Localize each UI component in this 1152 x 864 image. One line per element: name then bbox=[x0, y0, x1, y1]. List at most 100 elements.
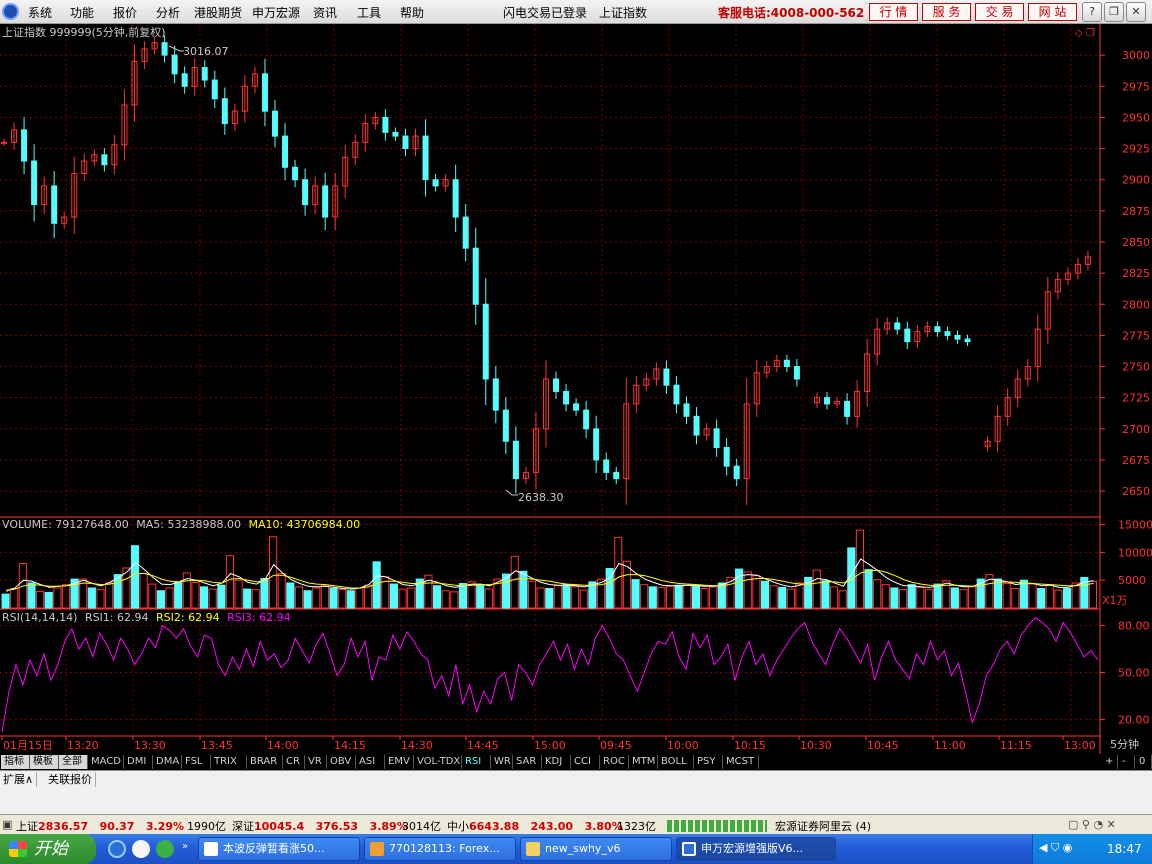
x-tick-label: 14:30 bbox=[401, 739, 433, 752]
tab-指标[interactable]: 指标 bbox=[1, 755, 30, 769]
tab-control-0[interactable]: + bbox=[1102, 755, 1118, 769]
tab-wr[interactable]: WR bbox=[491, 755, 513, 769]
tab-dma[interactable]: DMA bbox=[153, 755, 182, 769]
desktop-icon[interactable] bbox=[132, 840, 150, 858]
volume-bar bbox=[735, 568, 744, 609]
tab-rsi[interactable]: RSI bbox=[462, 755, 491, 769]
tab-psy[interactable]: PSY bbox=[694, 755, 723, 769]
rsi-chart[interactable] bbox=[1, 617, 1099, 732]
tab-模板[interactable]: 模板 bbox=[30, 755, 59, 769]
expand-tab[interactable]: 扩展∧ bbox=[0, 772, 38, 787]
menu-news[interactable]: 资讯 bbox=[313, 4, 337, 21]
volume-bar bbox=[778, 586, 787, 609]
candle-body bbox=[271, 110, 278, 137]
candle-body bbox=[934, 326, 941, 333]
x-tick-label: 14:15 bbox=[334, 739, 366, 752]
volume-bar bbox=[1019, 579, 1028, 609]
tab-mcst[interactable]: MCST bbox=[723, 755, 759, 769]
service-button[interactable]: 服 务 bbox=[922, 3, 971, 21]
tab-dmi[interactable]: DMI bbox=[124, 755, 153, 769]
tab-cr[interactable]: CR bbox=[283, 755, 305, 769]
volume-bar bbox=[812, 569, 821, 609]
volume-chart[interactable] bbox=[1, 529, 1098, 609]
menu-swhy[interactable]: 申万宏源 bbox=[252, 4, 300, 21]
candle-body bbox=[663, 368, 670, 386]
candle-body bbox=[944, 331, 951, 336]
sz-index[interactable]: 深证10045.4 376.53 3.89% bbox=[232, 818, 408, 834]
y-tick-label: 2850 bbox=[1122, 236, 1150, 249]
task-item-1[interactable]: 本波反弹暂看涨50... bbox=[198, 837, 360, 861]
candle-body bbox=[783, 359, 790, 368]
tab-kdj[interactable]: KDJ bbox=[542, 755, 571, 769]
candle-body bbox=[673, 384, 680, 405]
tray-icons[interactable]: ◀ ⛉ ◉ bbox=[1039, 841, 1072, 855]
volume-bar bbox=[277, 573, 286, 609]
menu-quote[interactable]: 报价 bbox=[113, 4, 137, 21]
tab-boll[interactable]: BOLL bbox=[658, 755, 694, 769]
start-button[interactable]: 开始 bbox=[0, 834, 96, 864]
candle-body bbox=[904, 328, 911, 343]
volume-unit: X1万 bbox=[1102, 594, 1128, 607]
status-icon: ▣ bbox=[2, 818, 13, 831]
menu-help[interactable]: 帮助 bbox=[400, 4, 424, 21]
volume-bar bbox=[510, 555, 519, 609]
more-quicklaunch-icon[interactable]: » bbox=[182, 841, 188, 852]
app-quick-icon[interactable] bbox=[156, 840, 174, 858]
close-icon[interactable]: ✕ bbox=[1126, 2, 1146, 22]
tab-emv[interactable]: EMV bbox=[385, 755, 414, 769]
task-item-3[interactable]: new_swhy_v6 bbox=[520, 837, 672, 861]
tab-cci[interactable]: CCI bbox=[571, 755, 600, 769]
volume-header: VOLUME: 79127648.00 MA5: 53238988.00 MA1… bbox=[2, 518, 360, 531]
volume-bar bbox=[1062, 588, 1072, 609]
volume-bar bbox=[1028, 583, 1037, 609]
tab-roc[interactable]: ROC bbox=[600, 755, 629, 769]
tab-全部[interactable]: 全部 bbox=[59, 755, 88, 769]
tab-fsl[interactable]: FSL bbox=[182, 755, 211, 769]
zx-index[interactable]: 中小6643.88 243.00 3.80% bbox=[447, 818, 623, 834]
period-label[interactable]: 5分钟 bbox=[1110, 737, 1139, 751]
related-quote-tab[interactable]: 关联报价 bbox=[45, 772, 96, 787]
tab-brar[interactable]: BRAR bbox=[247, 755, 283, 769]
tab-vol-tdx[interactable]: VOL-TDX bbox=[414, 755, 462, 769]
candle-body bbox=[894, 322, 901, 330]
zx-amount: 1323亿 bbox=[617, 820, 656, 833]
sh-index[interactable]: 上证2836.57 90.37 3.29% bbox=[16, 818, 184, 834]
tab-vr[interactable]: VR bbox=[305, 755, 327, 769]
status-tray-icons[interactable]: ▢ ⚲ ◔ ✕ bbox=[1068, 818, 1116, 831]
tab-obv[interactable]: OBV bbox=[327, 755, 356, 769]
menu-hk-futures[interactable]: 港股期货 bbox=[194, 4, 242, 21]
tab-trix[interactable]: TRIX bbox=[211, 755, 247, 769]
volume-bar bbox=[338, 589, 347, 609]
chart-area[interactable]: 2650 2675 2700 2725 2750 2775 2800 2825 2850 2875… bbox=[0, 24, 1152, 754]
trade-button[interactable]: 交 易 bbox=[975, 3, 1024, 21]
task-item-2[interactable]: 770128113: Forex... bbox=[364, 837, 516, 861]
tab-macd[interactable]: MACD bbox=[88, 755, 124, 769]
task-item-4[interactable]: 申万宏源增强版V6... bbox=[676, 837, 836, 861]
menu-analysis[interactable]: 分析 bbox=[156, 4, 180, 21]
y-tick-label: 2775 bbox=[1122, 329, 1150, 342]
tab-control-2[interactable]: 0 bbox=[1136, 755, 1152, 769]
candle-body bbox=[492, 378, 499, 411]
menu-system[interactable]: 系统 bbox=[28, 4, 52, 21]
menu-tools[interactable]: 工具 bbox=[357, 4, 381, 21]
candle-body bbox=[392, 131, 399, 137]
y-tick-label: 2825 bbox=[1122, 267, 1150, 280]
tab-mtm[interactable]: MTM bbox=[629, 755, 658, 769]
website-button[interactable]: 网 站 bbox=[1028, 3, 1077, 21]
chart-corner-icon[interactable]: ◇ ❐ bbox=[1075, 28, 1095, 39]
tab-sar[interactable]: SAR bbox=[513, 755, 542, 769]
volume-bar bbox=[260, 578, 269, 609]
candle-body bbox=[452, 179, 459, 218]
tab-asi[interactable]: ASI bbox=[356, 755, 385, 769]
ie-icon[interactable] bbox=[108, 840, 126, 858]
restore-icon[interactable]: ❐ bbox=[1104, 2, 1124, 22]
market-button[interactable]: 行 情 bbox=[869, 3, 918, 21]
volume-bar bbox=[217, 584, 226, 609]
menu-function[interactable]: 功能 bbox=[70, 4, 94, 21]
volume-bar bbox=[562, 584, 571, 609]
svg-text:3016.07: 3016.07 bbox=[183, 45, 229, 58]
help-icon[interactable]: ? bbox=[1082, 2, 1102, 22]
price-chart[interactable] bbox=[1, 35, 1091, 505]
candle-body bbox=[793, 366, 800, 380]
tab-control-1[interactable]: - bbox=[1119, 755, 1135, 769]
